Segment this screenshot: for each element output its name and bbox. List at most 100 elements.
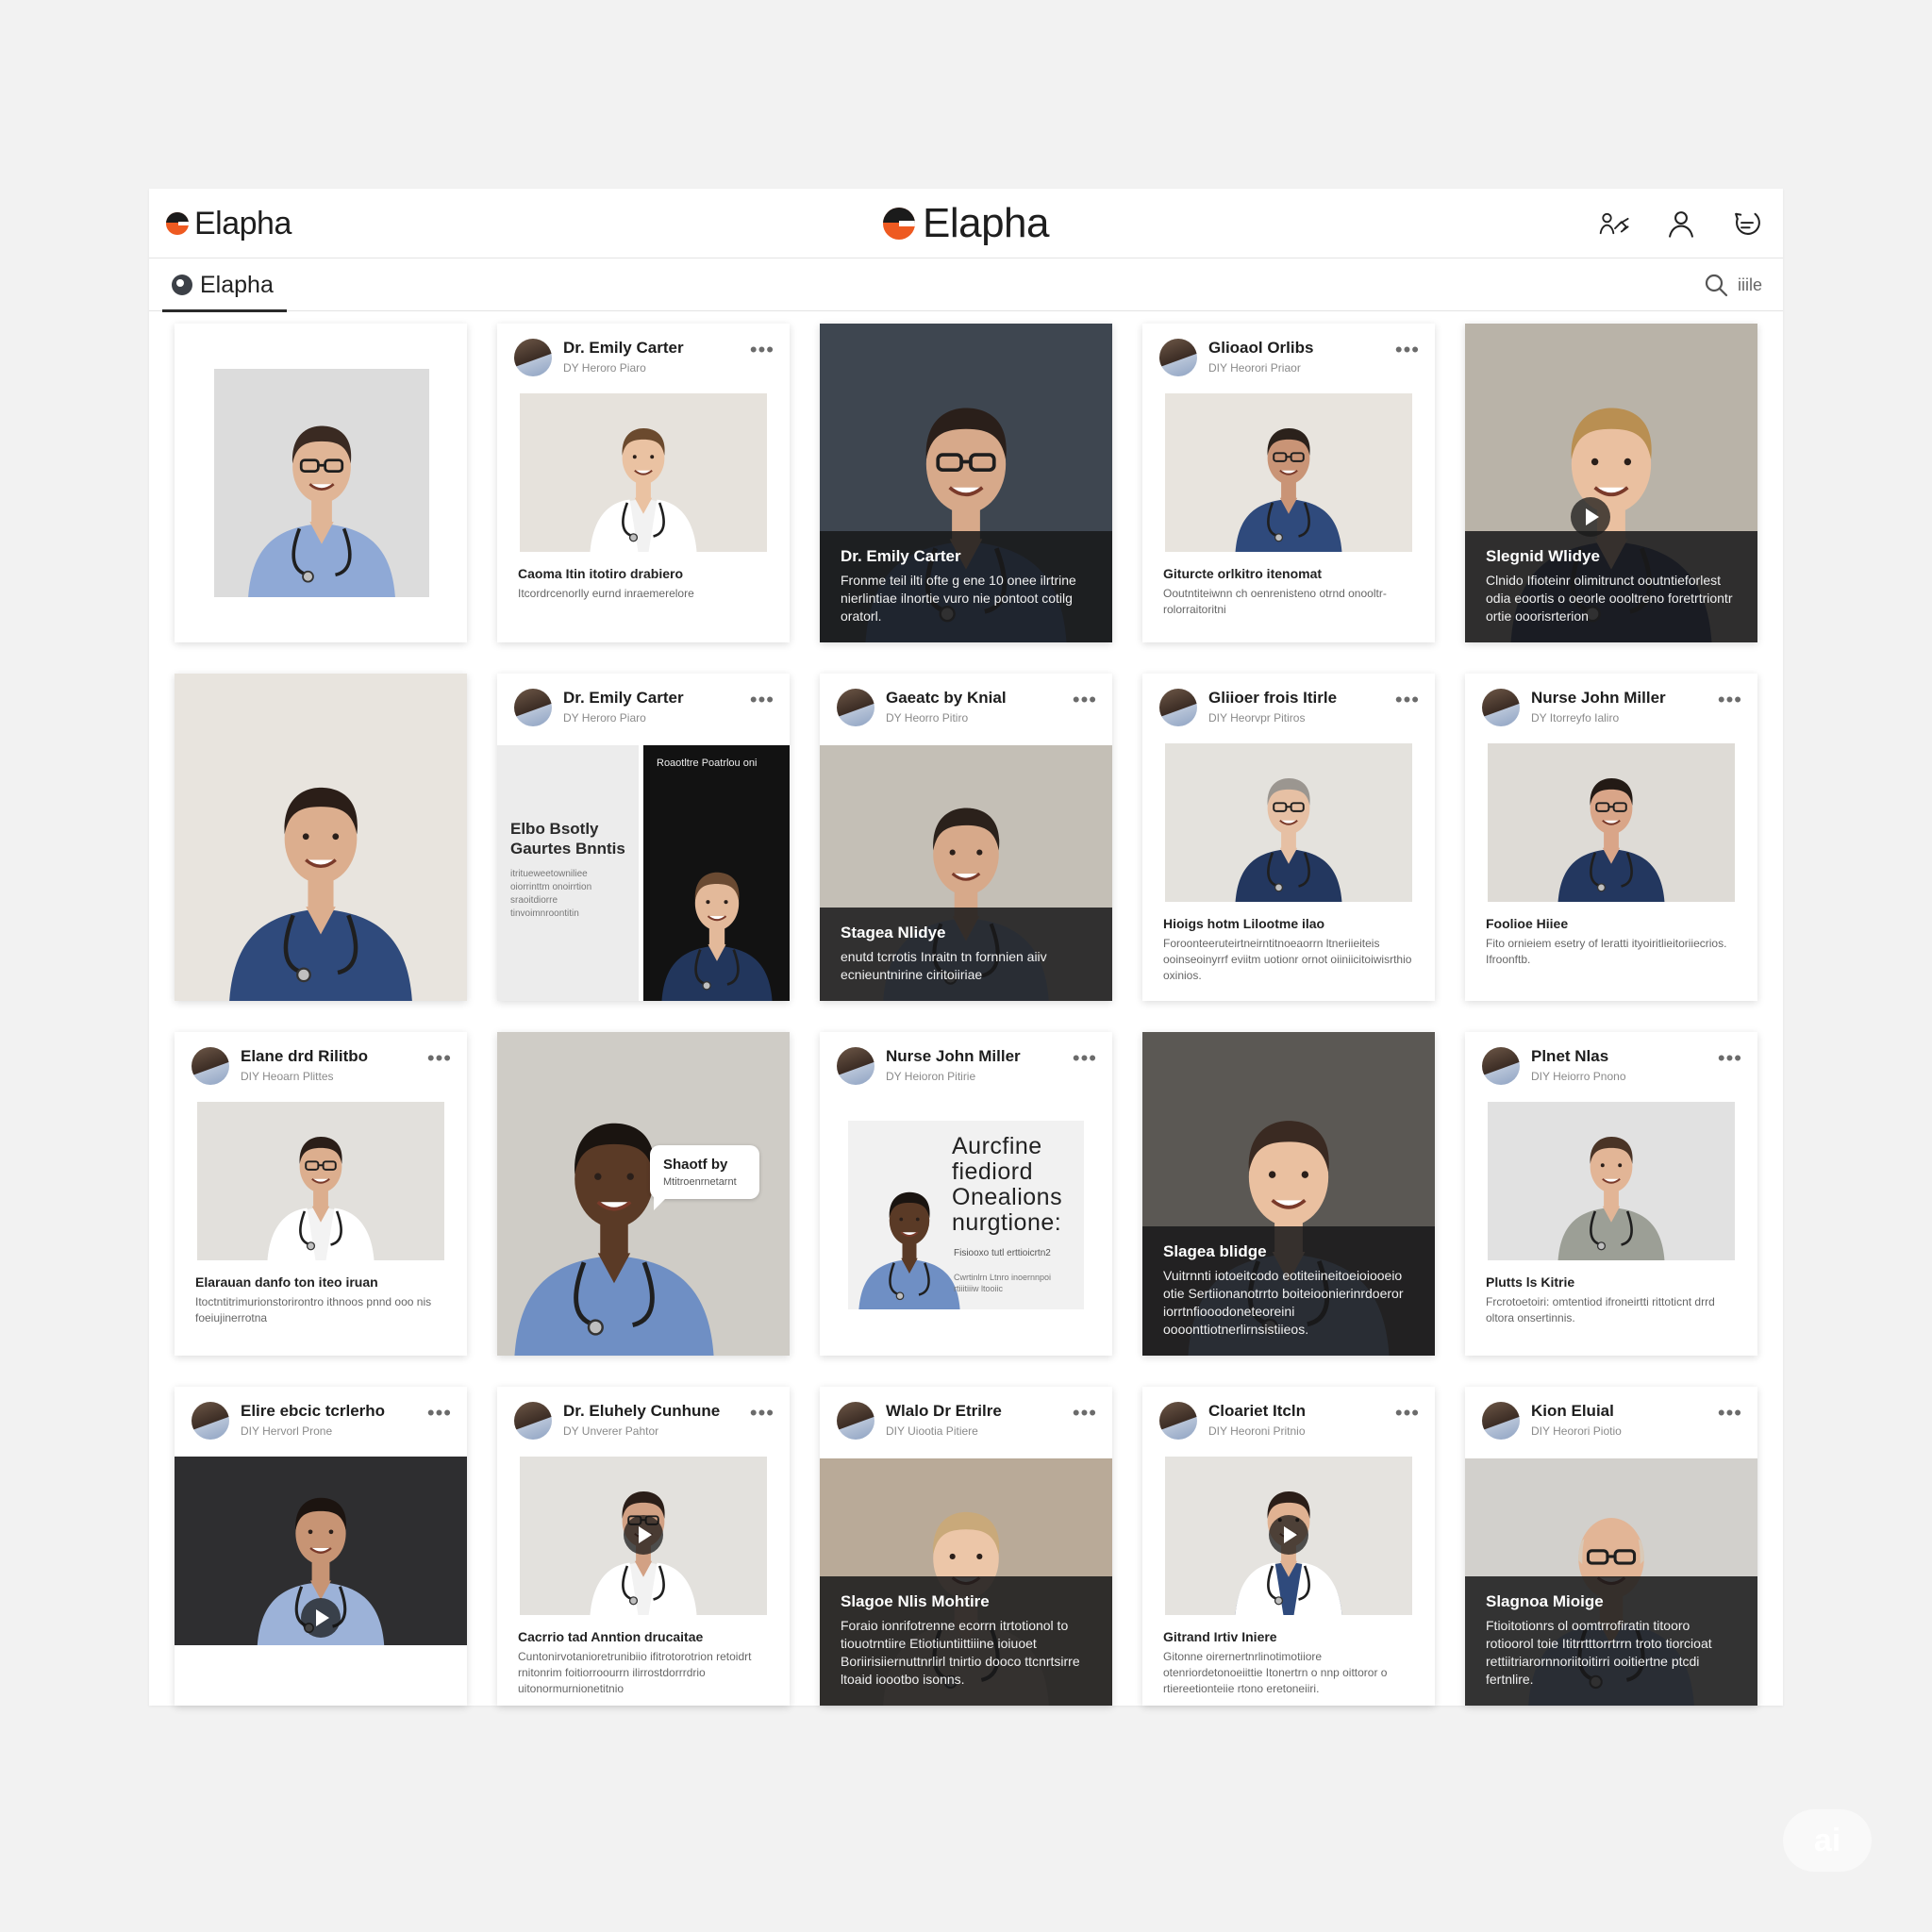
promo-photo-label: Roaotltre Poatrlou oni	[657, 758, 758, 769]
post-photo[interactable]	[1165, 743, 1412, 902]
author-avatar[interactable]	[1482, 689, 1520, 726]
author-name[interactable]: Nurse John Miller	[1531, 689, 1740, 708]
more-options-icon[interactable]: •••	[1395, 1403, 1420, 1424]
author-avatar[interactable]	[837, 689, 874, 726]
more-options-icon[interactable]: •••	[1073, 1048, 1097, 1069]
post-card[interactable]: Plnet Nlas DIY Heiorro Pnono ••• Plutts ls …	[1465, 1032, 1757, 1356]
author-info: Cloariet Itcln DIY Heoroni Pritnio	[1208, 1402, 1418, 1438]
more-options-icon[interactable]: •••	[427, 1048, 452, 1069]
author-avatar[interactable]	[514, 1402, 552, 1440]
author-avatar[interactable]	[837, 1047, 874, 1085]
post-card[interactable]	[175, 674, 467, 1001]
post-card[interactable]: Nurse John Miller DY Heioron Pitirie ••• Au…	[820, 1032, 1112, 1356]
post-card[interactable]: Glioaol Orlibs DIY Heorori Priaor ••• Gitur…	[1142, 324, 1435, 642]
play-video-icon[interactable]	[301, 1598, 341, 1638]
more-options-icon[interactable]: •••	[1718, 1048, 1742, 1069]
more-options-icon[interactable]: •••	[1718, 690, 1742, 710]
post-photo[interactable]	[1488, 1102, 1735, 1260]
post-card[interactable]: Dr. Emily Carter DY Heroro Piaro ••• Caoma …	[497, 324, 790, 642]
promo-photo[interactable]: Roaotltre Poatrlou oni	[643, 745, 790, 1001]
author-name[interactable]: Elane drd Rilitbo	[241, 1047, 450, 1066]
author-avatar[interactable]	[514, 689, 552, 726]
author-avatar[interactable]	[1159, 339, 1197, 376]
overlay-body: enutd tcrrotis Inraitn tn fornnien aiiv …	[841, 949, 1047, 982]
play-video-icon[interactable]	[624, 1515, 663, 1555]
more-options-icon[interactable]: •••	[750, 340, 774, 360]
post-card[interactable]: Elane drd Rilitbo DIY Heoarn Plittes ••• El…	[175, 1032, 467, 1356]
post-card[interactable]: Dr. Emily Carter Fronme teil ilti ofte g …	[820, 324, 1112, 642]
author-name[interactable]: Dr. Emily Carter	[563, 689, 773, 708]
author-name[interactable]: Glioaol Orlibs	[1208, 339, 1418, 358]
author-avatar[interactable]	[1482, 1402, 1520, 1440]
elapha-logo-icon	[882, 208, 915, 240]
connections-button[interactable]	[1596, 205, 1634, 242]
post-card[interactable]: Wlalo Dr Etrilre DIY Uiootia Pitiere ••• Sl…	[820, 1387, 1112, 1706]
post-card[interactable]: Slegnid Wlidye Clnido Ifioteinr olimitrun…	[1465, 324, 1757, 642]
author-name[interactable]: Wlalo Dr Etrilre	[886, 1402, 1095, 1421]
author-avatar[interactable]	[837, 1402, 874, 1440]
more-options-icon[interactable]: •••	[750, 690, 774, 710]
author-name[interactable]: Gaeatc by Knial	[886, 689, 1095, 708]
author-avatar[interactable]	[192, 1047, 229, 1085]
author-avatar[interactable]	[1482, 1047, 1520, 1085]
more-options-icon[interactable]: •••	[1395, 340, 1420, 360]
post-card[interactable]: Dr. Emily Carter DY Heroro Piaro ••• Elbo B…	[497, 674, 790, 1001]
caption-title: Gitrand Irtiv Iniere	[1163, 1629, 1277, 1644]
ad-banner[interactable]: Aurcfine fiediord Onealions nurgtione: Fi…	[848, 1121, 1084, 1309]
search-button[interactable]: iiile	[1704, 258, 1762, 311]
author-name[interactable]: Dr. Eluhely Cunhune	[563, 1402, 773, 1421]
play-video-icon[interactable]	[1269, 1515, 1308, 1555]
post-card[interactable]: Shaotf by Mtitroenrnetarnt	[497, 1032, 790, 1356]
more-options-icon[interactable]: •••	[427, 1403, 452, 1424]
more-options-icon[interactable]: •••	[1395, 690, 1420, 710]
post-photo[interactable]	[520, 393, 767, 552]
post-photo[interactable]	[1488, 743, 1735, 902]
person-illustration	[652, 813, 780, 1001]
author-info: Kion Eluial DIY Heorori Piotio	[1531, 1402, 1740, 1438]
post-card[interactable]: Cloariet Itcln DIY Heoroni Pritnio ••• Gitr…	[1142, 1387, 1435, 1706]
author-name[interactable]: Cloariet Itcln	[1208, 1402, 1418, 1421]
tab-elapha[interactable]: Elapha	[162, 258, 287, 312]
author-name[interactable]: Gliioer frois Itirle	[1208, 689, 1418, 708]
author-meta: DIY Heoroni Pritnio	[1208, 1424, 1306, 1438]
author-info: Plnet Nlas DIY Heiorro Pnono	[1531, 1047, 1740, 1083]
overlay-body: Foraio ionrifotrenne ecorrn itrtotionol …	[841, 1618, 1080, 1687]
profile-button[interactable]	[1662, 205, 1700, 242]
overlay-title: Stagea Nlidye	[841, 924, 946, 941]
brand-logo-left[interactable]: Elapha	[166, 189, 291, 258]
more-options-icon[interactable]: •••	[1718, 1403, 1742, 1424]
author-avatar[interactable]	[514, 339, 552, 376]
more-options-icon[interactable]: •••	[1073, 690, 1097, 710]
post-photo[interactable]	[175, 1457, 467, 1645]
author-name[interactable]: Plnet Nlas	[1531, 1047, 1740, 1066]
post-photo[interactable]	[214, 369, 429, 597]
post-photo[interactable]	[520, 1457, 767, 1615]
post-card[interactable]: Slagea blidge Vuitrnnti iotoeitcodo eotit…	[1142, 1032, 1435, 1356]
post-card[interactable]: Gaeatc by Knial DY Heorro Pitiro ••• Stagea…	[820, 674, 1112, 1001]
post-photo[interactable]	[197, 1102, 444, 1260]
author-avatar[interactable]	[1159, 1402, 1197, 1440]
author-name[interactable]: Kion Eluial	[1531, 1402, 1740, 1421]
post-card[interactable]: Kion Eluial DIY Heorori Piotio ••• Slagnoa …	[1465, 1387, 1757, 1706]
author-avatar[interactable]	[1159, 689, 1197, 726]
post-card[interactable]: Gliioer frois Itirle DIY Heorvpr Pitiros •…	[1142, 674, 1435, 1001]
author-name[interactable]: Elire ebcic tcrlerho	[241, 1402, 450, 1421]
post-card[interactable]: Dr. Eluhely Cunhune DY Unverer Pahtor ••• C…	[497, 1387, 790, 1706]
author-meta: DIY Heoarn Plittes	[241, 1070, 334, 1083]
author-name[interactable]: Nurse John Miller	[886, 1047, 1095, 1066]
post-photo[interactable]	[175, 674, 467, 1001]
author-name[interactable]: Dr. Emily Carter	[563, 339, 773, 358]
post-photo[interactable]	[1165, 1457, 1412, 1615]
brand-logo-center[interactable]: Elapha	[882, 189, 1050, 258]
post-card[interactable]: Elire ebcic tcrlerho DIY Hervorl Prone •••	[175, 1387, 467, 1706]
messages-button[interactable]	[1728, 205, 1766, 242]
post-card[interactable]: Nurse John Miller DY Itorreyfo Ialiro ••• F…	[1465, 674, 1757, 1001]
more-options-icon[interactable]: •••	[750, 1403, 774, 1424]
post-photo[interactable]	[1165, 393, 1412, 552]
post-overlay-text: Slagnoa Mioige Ftioitotionrs ol oomtrrofi…	[1465, 1576, 1757, 1706]
author-avatar[interactable]	[192, 1402, 229, 1440]
post-card[interactable]	[175, 324, 467, 642]
person-illustration	[851, 1130, 969, 1309]
caption-title: Plutts ls Kitrie	[1486, 1274, 1575, 1290]
more-options-icon[interactable]: •••	[1073, 1403, 1097, 1424]
